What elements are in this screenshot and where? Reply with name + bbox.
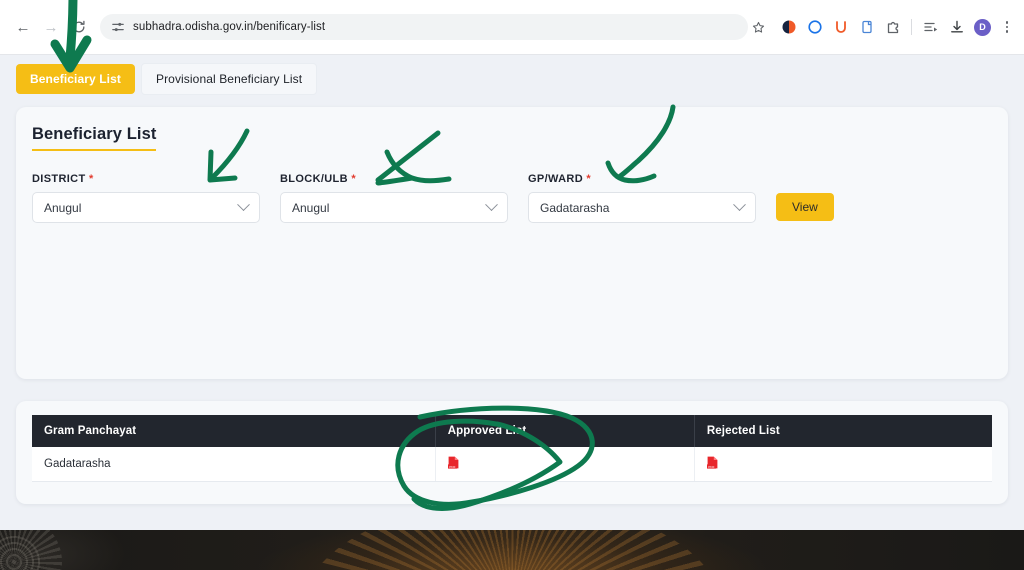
beneficiary-results-table: Gram Panchayat Approved List Rejected Li…: [32, 415, 992, 482]
required-marker: *: [351, 173, 356, 185]
puzzle-extensions-icon[interactable]: [884, 19, 901, 36]
district-selected-value: Anugul: [44, 200, 82, 215]
chevron-down-icon: [733, 198, 746, 212]
block-ulb-select[interactable]: Anugul: [280, 192, 508, 223]
kebab-menu-icon[interactable]: [1000, 21, 1014, 33]
table-head: Gram Panchayat Approved List Rejected Li…: [32, 415, 992, 447]
gp-ward-selected-value: Gadatarasha: [540, 200, 610, 215]
tab-provisional-beneficiary-list[interactable]: Provisional Beneficiary List: [140, 63, 318, 95]
chevron-down-icon: [237, 198, 250, 212]
table-header-row: Gram Panchayat Approved List Rejected Li…: [32, 415, 992, 447]
profile-avatar[interactable]: D: [974, 18, 991, 36]
page-title: Beneficiary List: [32, 125, 157, 151]
table-body: Gadatarasha PDF PDF: [32, 447, 992, 482]
brave-extension-icon[interactable]: [780, 19, 797, 36]
reading-list-icon[interactable]: [922, 19, 939, 36]
star-icon[interactable]: [748, 17, 768, 37]
chevron-down-icon: [485, 198, 498, 212]
gp-ward-label: GP/WARD *: [528, 173, 592, 185]
rejected-list-pdf-icon[interactable]: PDF: [706, 456, 718, 469]
footer-rays-pattern: [302, 530, 722, 570]
site-footer: [0, 530, 1024, 570]
reload-icon[interactable]: [66, 14, 92, 40]
page-viewport: Beneficiary List Provisional Beneficiary…: [0, 55, 1024, 530]
tab-beneficiary-list[interactable]: Beneficiary List: [16, 64, 135, 94]
navigation-buttons: ← →: [10, 14, 92, 40]
cell-rejected-list: PDF: [693, 447, 992, 482]
cell-approved-list: PDF: [434, 447, 695, 482]
gp-ward-select[interactable]: Gadatarasha: [528, 192, 756, 223]
district-field: DISTRICT * Anugul: [32, 173, 260, 223]
district-select[interactable]: Anugul: [32, 192, 260, 223]
svg-text:PDF: PDF: [708, 465, 714, 469]
block-ulb-field: BLOCK/ULB * Anugul: [280, 173, 508, 223]
required-marker: *: [88, 173, 94, 185]
filter-row: DISTRICT * Anugul BLOCK/ULB * Anugul GP/…: [32, 173, 992, 223]
gp-ward-field: GP/WARD * Gadatarasha: [528, 173, 756, 223]
required-marker: *: [586, 173, 592, 185]
page-extension-icon[interactable]: [858, 19, 875, 36]
view-button[interactable]: View: [776, 193, 834, 221]
district-label: DISTRICT *: [32, 173, 94, 185]
results-card: Gram Panchayat Approved List Rejected Li…: [16, 401, 1008, 504]
table-row: Gadatarasha PDF PDF: [32, 447, 992, 482]
toolbar-divider: [911, 19, 912, 35]
column-header-rejected-list: Rejected List: [693, 415, 992, 447]
approved-list-pdf-icon[interactable]: PDF: [447, 456, 459, 469]
footer-mandala-icon: [0, 530, 62, 570]
block-ulb-label: BLOCK/ULB *: [280, 173, 356, 185]
svg-text:PDF: PDF: [449, 465, 455, 469]
forward-arrow-icon[interactable]: →: [38, 14, 64, 40]
filter-card: Beneficiary List DISTRICT * Anugul BLOCK…: [16, 107, 1008, 379]
u-extension-icon[interactable]: [832, 19, 849, 36]
column-header-gram-panchayat: Gram Panchayat: [32, 415, 436, 447]
tune-icon[interactable]: [110, 20, 125, 35]
address-bar[interactable]: subhadra.odisha.gov.in/benificary-list: [100, 14, 748, 40]
block-ulb-selected-value: Anugul: [292, 200, 330, 215]
download-icon[interactable]: [948, 19, 965, 36]
screenshot-root: ← → subhadra.odisha.gov.in/benificary-li…: [0, 0, 1024, 570]
address-bar-url: subhadra.odisha.gov.in/benificary-list: [133, 21, 326, 33]
back-arrow-icon[interactable]: ←: [10, 14, 36, 40]
page-tabs: Beneficiary List Provisional Beneficiary…: [0, 55, 1024, 95]
cell-gram-panchayat: Gadatarasha: [32, 447, 436, 482]
circle-extension-icon[interactable]: [806, 19, 823, 36]
browser-toolbar: ← → subhadra.odisha.gov.in/benificary-li…: [0, 0, 1024, 55]
column-header-approved-list: Approved List: [434, 415, 695, 447]
extension-icons: D: [770, 18, 1014, 36]
